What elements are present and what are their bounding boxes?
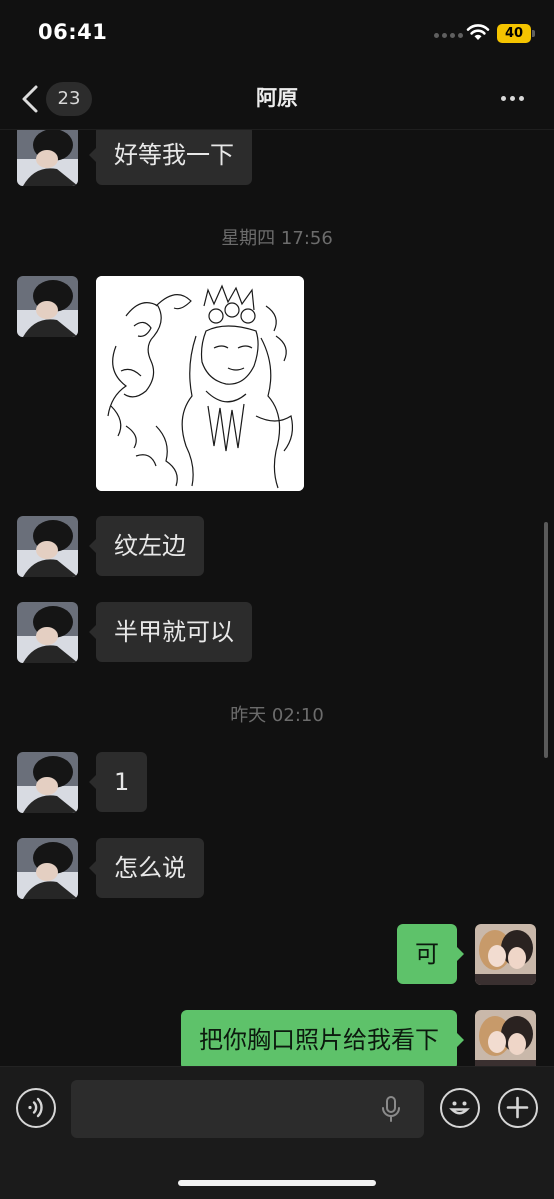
emoji-icon[interactable]: [440, 1088, 480, 1128]
my-avatar[interactable]: [475, 1010, 536, 1066]
message-bubble[interactable]: 怎么说: [89, 838, 204, 898]
chat-header: 23 阿原: [0, 66, 554, 130]
message-timestamp: 星期四 17:56: [221, 228, 333, 249]
plus-icon[interactable]: [498, 1088, 538, 1128]
message-row: 好等我一下: [17, 130, 252, 186]
message-bubble[interactable]: 好等我一下: [89, 130, 252, 185]
cellular-signal-icon: [434, 33, 463, 38]
message-row: 纹左边: [17, 516, 204, 577]
battery-icon: 40: [497, 24, 535, 43]
more-icon[interactable]: [496, 88, 528, 108]
message-bubble[interactable]: 1: [88, 752, 148, 812]
contact-avatar[interactable]: [17, 602, 78, 663]
message-bubble[interactable]: 可: [397, 924, 464, 984]
voice-icon[interactable]: [16, 1088, 56, 1128]
message-input[interactable]: [71, 1080, 424, 1138]
message-row: 可: [397, 924, 536, 985]
wifi-icon: [466, 24, 490, 40]
message-bubble[interactable]: 纹左边: [89, 516, 204, 576]
contact-avatar[interactable]: [17, 752, 78, 813]
message-timestamp: 昨天 02:10: [230, 705, 324, 726]
status-time: 06:41: [38, 20, 108, 44]
message-bubble[interactable]: 把你胸口照片给我看下: [181, 1010, 464, 1066]
scrollbar[interactable]: [544, 522, 548, 758]
message-row: 把你胸口照片给我看下: [181, 1010, 536, 1066]
chat-title: 阿原: [256, 86, 298, 110]
tattoo-sketch-image[interactable]: [96, 276, 304, 491]
home-indicator[interactable]: [178, 1180, 376, 1186]
message-row: 怎么说: [17, 838, 204, 899]
message-row: [17, 276, 304, 491]
message-row: 1: [17, 752, 148, 813]
contact-avatar[interactable]: [17, 130, 78, 186]
my-avatar[interactable]: [475, 924, 536, 985]
message-bubble[interactable]: 半甲就可以: [89, 602, 252, 662]
contact-avatar[interactable]: [17, 838, 78, 899]
microphone-icon[interactable]: [380, 1095, 402, 1123]
contact-avatar[interactable]: [17, 516, 78, 577]
message-list[interactable]: 好等我一下 星期四 17:56 纹左边 半甲就可以 昨天 02:10 1 怎么说…: [0, 130, 554, 1066]
contact-avatar[interactable]: [17, 276, 78, 337]
message-row: 半甲就可以: [17, 602, 252, 663]
status-bar: 06:41 40: [0, 0, 554, 66]
